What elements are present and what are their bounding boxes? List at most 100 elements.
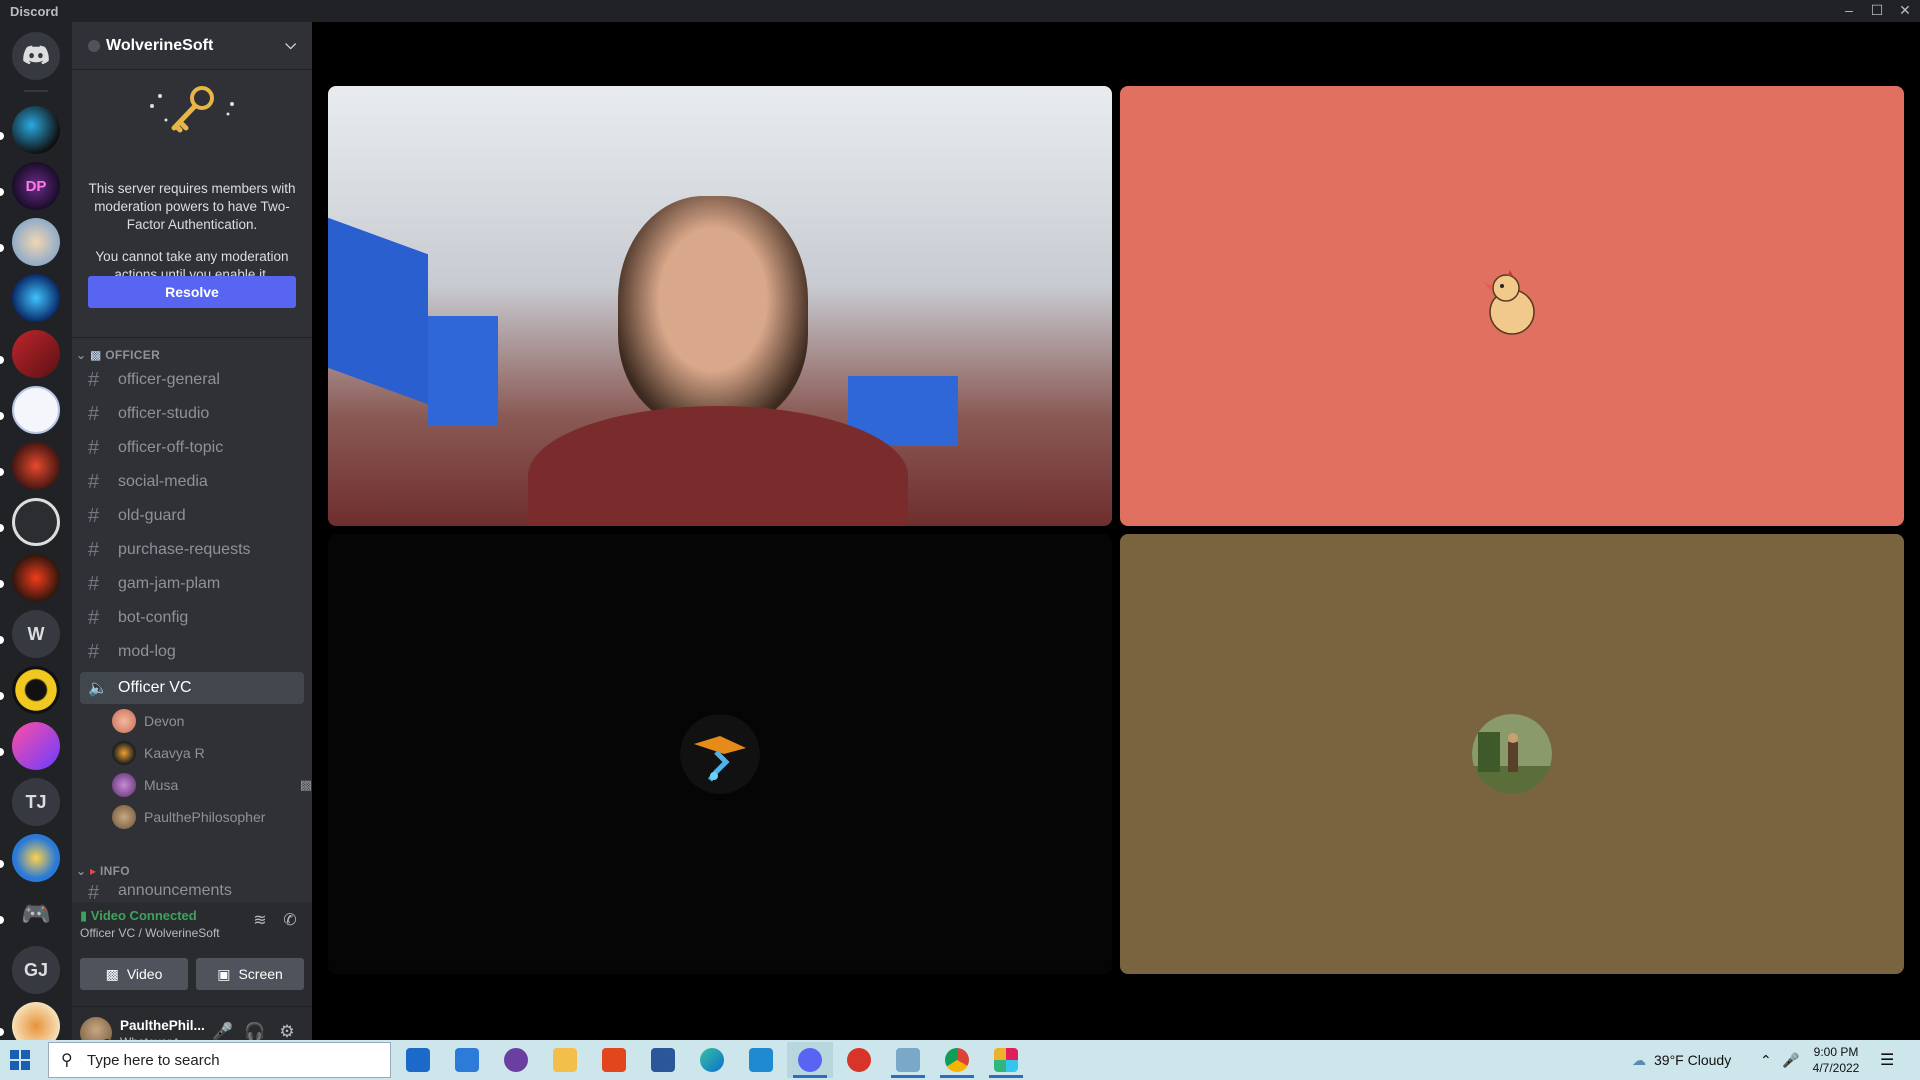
clock-time: 9:00 PM (1813, 1045, 1859, 1059)
video-tile-avatar[interactable] (328, 534, 1112, 974)
voice-user[interactable]: Kaavya R (112, 738, 205, 768)
voice-user[interactable]: Musa ▩ (112, 770, 312, 800)
server-icon[interactable] (12, 330, 60, 378)
category-emoji-icon: ▩ (90, 348, 102, 362)
weather-widget[interactable]: ☁ 39°F Cloudy (1632, 1040, 1731, 1080)
server-icon[interactable] (12, 218, 60, 266)
hash-icon: # (88, 368, 100, 391)
unread-pill (0, 356, 4, 364)
windows-start-icon[interactable] (10, 1050, 30, 1070)
taskbar-discord-icon[interactable] (787, 1042, 833, 1078)
vscode-icon (749, 1048, 773, 1072)
hash-icon: # (88, 538, 100, 561)
search-icon: ⚲ (61, 1052, 73, 1069)
server-icon[interactable] (12, 106, 60, 154)
resolve-button[interactable]: Resolve (88, 276, 296, 308)
unread-pill (0, 1028, 4, 1036)
server-icon-gamepad[interactable]: 🎮 (12, 890, 60, 938)
notification-center-icon[interactable]: ☰ (1880, 1040, 1894, 1080)
channel-officer-general[interactable]: # officer-general (80, 364, 304, 396)
video-tile-camera[interactable] (328, 86, 1112, 526)
windows-taskbar: ⚲ Type here to search ☁ 39°F Cloudy ⌃ 🎤 … (0, 1040, 1920, 1080)
hash-icon: # (88, 572, 100, 595)
video-grid (312, 22, 1920, 1040)
channel-announcements[interactable]: # announcements (80, 882, 304, 902)
taskbar-word-icon[interactable] (640, 1042, 686, 1078)
taskbar-app-icon[interactable] (885, 1042, 931, 1078)
unread-pill (0, 188, 4, 196)
video-button[interactable]: ▩ Video (80, 958, 188, 990)
server-icon[interactable] (12, 666, 60, 714)
taskbar-search-box[interactable]: ⚲ Type here to search (48, 1042, 391, 1078)
server-icon[interactable] (12, 274, 60, 322)
close-button[interactable]: ✕ (1890, 2, 1920, 20)
home-discord-icon[interactable] (12, 32, 60, 80)
taskbar-edge-icon[interactable] (689, 1042, 735, 1078)
video-tile-avatar[interactable] (1120, 86, 1904, 526)
search-placeholder: Type here to search (87, 1051, 220, 1069)
connection-location[interactable]: Officer VC / WolverineSoft (80, 926, 220, 940)
microphone-tray-icon[interactable]: 🎤 (1782, 1040, 1799, 1080)
unread-pill (0, 468, 4, 476)
video-camera-icon: ▩ (105, 965, 119, 982)
connection-status[interactable]: ▮ Video Connected (80, 908, 197, 924)
server-icon-gj[interactable]: GJ (12, 946, 60, 994)
server-icon-dp[interactable]: DP (12, 162, 60, 210)
taskbar-app-icon[interactable] (836, 1042, 882, 1078)
channel-purchase-requests[interactable]: # purchase-requests (80, 534, 304, 566)
server-icon[interactable] (12, 498, 60, 546)
channel-officer-studio[interactable]: # officer-studio (80, 398, 304, 430)
taskbar-mail-icon[interactable] (444, 1042, 490, 1078)
verified-icon (88, 39, 100, 52)
server-icon[interactable] (12, 554, 60, 602)
voice-user[interactable]: Devon (112, 706, 184, 736)
chevron-up-icon[interactable]: ⌃ (1760, 1040, 1772, 1080)
hash-icon: # (88, 640, 100, 663)
server-icon-tj[interactable]: TJ (12, 778, 60, 826)
discord-icon (798, 1048, 822, 1072)
unread-pill (0, 412, 4, 420)
username[interactable]: PaulthePhil... (120, 1018, 205, 1033)
unread-pill (0, 636, 4, 644)
avatar (112, 741, 136, 765)
server-icon[interactable] (12, 722, 60, 770)
notice-text: This server requires members with modera… (88, 181, 296, 232)
server-icon[interactable] (12, 386, 60, 434)
clock[interactable]: 9:00 PM 4/7/2022 (1806, 1040, 1866, 1080)
taskbar-github-icon[interactable] (493, 1042, 539, 1078)
category-info[interactable]: ⌄ ▸ INFO (76, 864, 130, 878)
noise-suppression-icon[interactable]: ≋ (248, 910, 272, 934)
unread-pill (0, 748, 4, 756)
maximize-button[interactable]: ☐ (1862, 2, 1892, 20)
unread-pill (0, 524, 4, 532)
server-icon[interactable] (12, 834, 60, 882)
server-header[interactable]: WolverineSoft ⌵ (72, 22, 312, 70)
taskbar-chrome-icon[interactable] (934, 1042, 980, 1078)
taskbar-store-icon[interactable] (395, 1042, 441, 1078)
taskbar-vscode-icon[interactable] (738, 1042, 784, 1078)
channel-mod-log[interactable]: # mod-log (80, 636, 304, 668)
avatar (112, 773, 136, 797)
category-officer[interactable]: ⌄ ▩ OFFICER (76, 348, 160, 362)
taskbar-office-icon[interactable] (591, 1042, 637, 1078)
server-list: DP W TJ 🎮 GJ (0, 22, 72, 1050)
video-tile-avatar[interactable] (1120, 534, 1904, 974)
channel-social-media[interactable]: # social-media (80, 466, 304, 498)
taskbar-file-explorer-icon[interactable] (542, 1042, 588, 1078)
signal-bars-icon: ▮ (80, 908, 88, 923)
channel-officer-off-topic[interactable]: # officer-off-topic (80, 432, 304, 464)
minimize-button[interactable]: – (1834, 2, 1864, 20)
channel-bot-config[interactable]: # bot-config (80, 602, 304, 634)
unread-pill (0, 132, 4, 140)
screen-share-button[interactable]: ▣ Screen (196, 958, 304, 990)
disconnect-icon[interactable]: ✆ (278, 910, 302, 934)
voice-channel-officer-vc[interactable]: 🔈 Officer VC (80, 672, 304, 704)
server-icon-w[interactable]: W (12, 610, 60, 658)
chevron-down-icon[interactable]: ⌵ (285, 36, 296, 53)
server-icon[interactable] (12, 442, 60, 490)
voice-user[interactable]: PaulthePhilosopher (112, 802, 265, 832)
clock-date: 4/7/2022 (1812, 1061, 1860, 1075)
taskbar-slack-icon[interactable] (983, 1042, 1029, 1078)
channel-gam-jam-plam[interactable]: # gam-jam-plam (80, 568, 304, 600)
channel-old-guard[interactable]: # old-guard (80, 500, 304, 532)
